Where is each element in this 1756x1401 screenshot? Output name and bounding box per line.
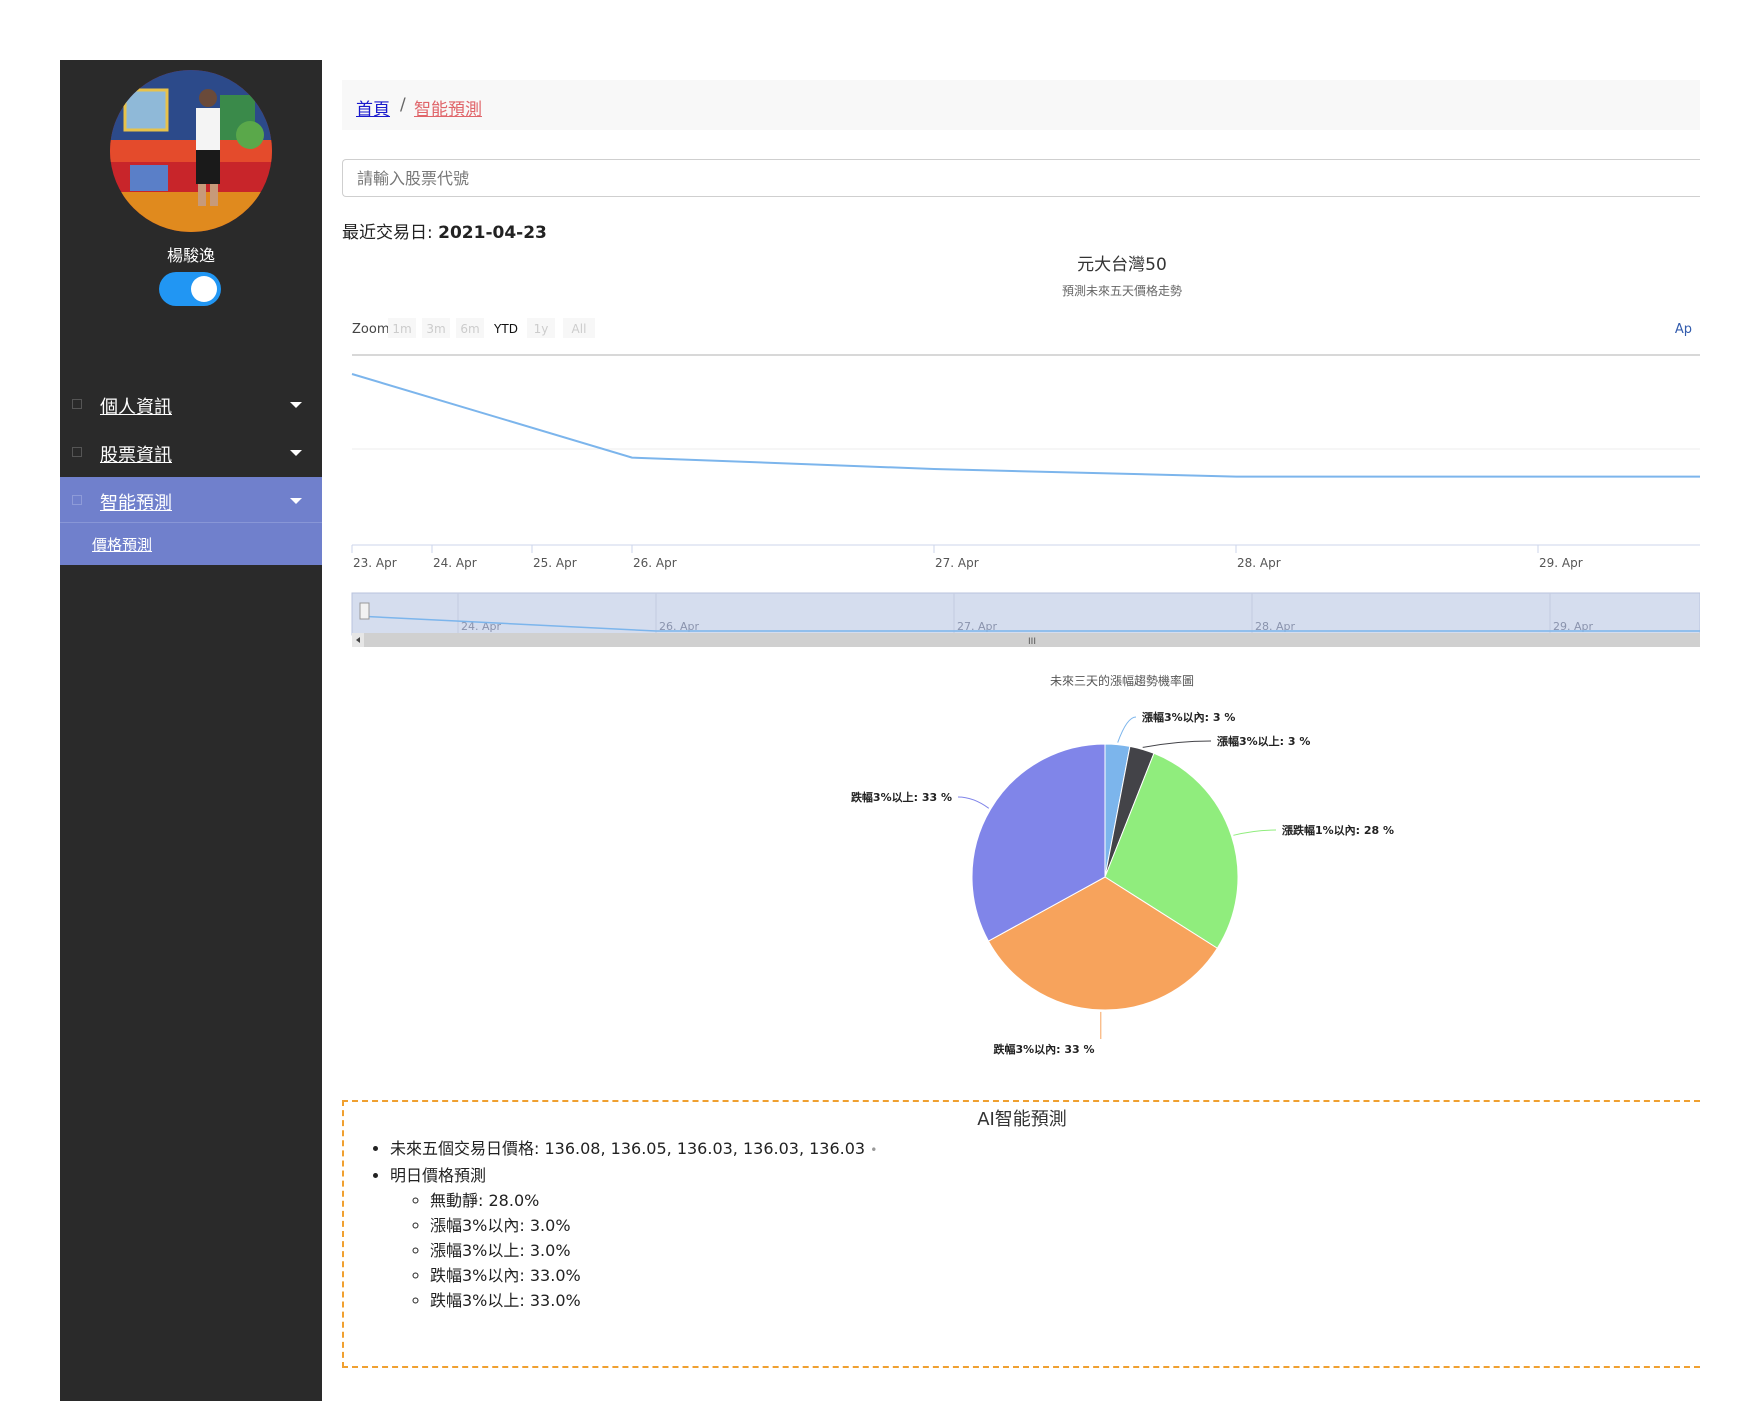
nav-item-label: 股票資訊 bbox=[100, 445, 172, 466]
avatar[interactable] bbox=[110, 70, 272, 232]
pie-chart-title: 未來三天的漲幅趨勢機率圖 bbox=[1050, 673, 1194, 688]
pie-data-label: 漲跌幅1%以內: 28 % bbox=[1282, 823, 1394, 837]
nav-bullet-icon bbox=[72, 495, 82, 505]
zoom-button-label: YTD bbox=[493, 322, 518, 336]
zoom-button-label: 3m bbox=[426, 322, 445, 336]
price-series-line bbox=[351, 373, 1700, 478]
nav-bullet-icon bbox=[72, 399, 82, 409]
prediction-value: 3.0% bbox=[529, 1216, 571, 1235]
zoom-button-label: 1y bbox=[534, 322, 549, 336]
zoom-button-3m[interactable]: 3m bbox=[422, 318, 450, 338]
navigator-left-handle[interactable] bbox=[359, 602, 370, 620]
nav-bullet-icon bbox=[72, 447, 82, 457]
x-tick-label: 23. Apr bbox=[353, 556, 397, 570]
zoom-button-6m[interactable]: 6m bbox=[456, 318, 484, 338]
last-trade-date: 最近交易日: 2021-04-23 bbox=[342, 218, 547, 243]
x-tick-label: 27. Apr bbox=[935, 556, 979, 570]
ai-prediction-list: 未來五個交易日價格: 136.08, 136.05, 136.03, 136.0… bbox=[368, 1136, 877, 1313]
probability-pie-chart: 未來三天的漲幅趨勢機率圖 漲幅3%以內: 3 % 漲幅3%以上: 3 % 漲跌幅1%… bbox=[851, 673, 1394, 1056]
x-tick-label: 29. Apr bbox=[1539, 556, 1583, 570]
prediction-item: 跌幅3%以上: 33.0% bbox=[430, 1288, 877, 1313]
zoom-label: Zoom bbox=[352, 322, 389, 337]
pie-slices bbox=[971, 743, 1239, 1011]
sidebar: 楊駿逸 個人資訊 股票資訊 智能預測 價格預測 bbox=[60, 60, 322, 1401]
prediction-item: 無動靜: 28.0% bbox=[430, 1188, 877, 1213]
five-day-prices-item: 未來五個交易日價格: 136.08, 136.05, 136.03, 136.0… bbox=[390, 1136, 877, 1163]
breadcrumb: 首頁 / 智能預測 bbox=[342, 80, 1700, 130]
prediction-item: 漲幅3%以上: 3.0% bbox=[430, 1238, 877, 1263]
pie-connector-line bbox=[1142, 740, 1212, 748]
x-tick-label: 28. Apr bbox=[1237, 556, 1281, 570]
breadcrumb-home-link[interactable]: 首頁 bbox=[356, 95, 390, 120]
prediction-label: 漲幅3%以上: bbox=[430, 1241, 525, 1260]
prediction-label: 無動靜: bbox=[430, 1191, 484, 1210]
breadcrumb-current-link[interactable]: 智能預測 bbox=[414, 95, 482, 120]
toggle-knob bbox=[191, 276, 217, 302]
pie-connector-line bbox=[1233, 829, 1277, 836]
pie-connector-line bbox=[957, 796, 990, 809]
scrollbar-grip-icon[interactable]: III bbox=[1028, 637, 1036, 647]
line-chart-subtitle: 預測未來五天價格走勢 bbox=[1062, 283, 1182, 298]
price-line-chart: 元大台灣50 預測未來五天價格走勢 Zoom 1m 3m 6m YTD 1y All Ap… bbox=[351, 255, 1700, 647]
prediction-label: 漲幅3%以內: bbox=[430, 1216, 525, 1235]
avatar-image bbox=[110, 70, 272, 232]
nav-item-label: 智能預測 bbox=[100, 493, 172, 514]
range-selector-label: Ap bbox=[1675, 322, 1692, 337]
zoom-button-group: 1m 3m 6m YTD 1y All bbox=[388, 318, 595, 338]
subnav-link-price-prediction[interactable]: 價格預測 bbox=[92, 534, 152, 555]
subnav-price-prediction: 價格預測 bbox=[60, 522, 322, 565]
navigator-scrollbar[interactable] bbox=[352, 633, 1700, 647]
nav-item-personal-info[interactable]: 個人資訊 bbox=[60, 381, 322, 429]
five-day-prices-values: 136.08, 136.05, 136.03, 136.03, 136.03 bbox=[544, 1139, 866, 1158]
zoom-button-1y[interactable]: 1y bbox=[527, 318, 555, 338]
tomorrow-prediction-item: 明日價格預測 無動靜: 28.0% 漲幅3%以內: 3.0% 漲幅3%以上: 3… bbox=[390, 1163, 877, 1313]
prediction-item: 跌幅3%以內: 33.0% bbox=[430, 1263, 877, 1288]
prediction-label: 跌幅3%以內: bbox=[430, 1266, 525, 1285]
line-chart-title: 元大台灣50 bbox=[1077, 255, 1167, 275]
zoom-button-ytd[interactable]: YTD bbox=[490, 318, 522, 338]
pie-data-label: 跌幅3%以上: 33 % bbox=[851, 790, 952, 804]
caret-down-icon bbox=[290, 498, 302, 504]
x-tick-label: 25. Apr bbox=[533, 556, 577, 570]
pie-data-label: 跌幅3%以內: 33 % bbox=[993, 1042, 1094, 1056]
caret-down-icon bbox=[290, 402, 302, 408]
prediction-item: 漲幅3%以內: 3.0% bbox=[430, 1213, 877, 1238]
prediction-value: 33.0% bbox=[529, 1266, 581, 1285]
zoom-button-label: 6m bbox=[460, 322, 479, 336]
pie-connector-line bbox=[1117, 716, 1137, 743]
trailing-dot-icon: • bbox=[870, 1143, 878, 1157]
caret-down-icon bbox=[290, 450, 302, 456]
breadcrumb-separator: / bbox=[400, 95, 406, 115]
zoom-button-1m[interactable]: 1m bbox=[388, 318, 416, 338]
navigator-window[interactable] bbox=[351, 592, 1700, 636]
nav-item-ai-prediction[interactable]: 智能預測 bbox=[60, 477, 322, 522]
prediction-value: 28.0% bbox=[488, 1191, 540, 1210]
five-day-prices-label: 未來五個交易日價格: bbox=[390, 1139, 540, 1158]
x-tick-label: 26. Apr bbox=[633, 556, 677, 570]
user-name: 楊駿逸 bbox=[166, 246, 215, 265]
x-axis-ticks: 23. Apr 24. Apr 25. Apr 26. Apr 27. Apr 28. A… bbox=[351, 545, 1583, 570]
mode-toggle[interactable] bbox=[159, 272, 221, 306]
zoom-button-label: All bbox=[572, 322, 587, 336]
tomorrow-prediction-sublist: 無動靜: 28.0% 漲幅3%以內: 3.0% 漲幅3%以上: 3.0% 跌幅3… bbox=[390, 1188, 877, 1313]
last-trade-label: 最近交易日: bbox=[342, 223, 433, 243]
tomorrow-prediction-label: 明日價格預測 bbox=[390, 1166, 487, 1185]
x-tick-label: 24. Apr bbox=[433, 556, 477, 570]
zoom-button-all[interactable]: All bbox=[563, 318, 595, 338]
ai-prediction-panel: AI智能預測 未來五個交易日價格: 136.08, 136.05, 136.03… bbox=[342, 1100, 1700, 1368]
prediction-value: 33.0% bbox=[529, 1291, 581, 1310]
stock-code-search-input[interactable] bbox=[342, 159, 1700, 197]
pie-data-label: 漲幅3%以內: 3 % bbox=[1142, 710, 1235, 724]
pie-data-label: 漲幅3%以上: 3 % bbox=[1217, 734, 1310, 748]
zoom-button-label: 1m bbox=[392, 322, 411, 336]
last-trade-value: 2021-04-23 bbox=[438, 223, 547, 243]
ai-prediction-title: AI智能預測 bbox=[977, 1109, 1067, 1130]
prediction-value: 3.0% bbox=[529, 1241, 571, 1260]
nav-item-label: 個人資訊 bbox=[100, 397, 172, 418]
prediction-label: 跌幅3%以上: bbox=[430, 1291, 525, 1310]
nav-item-stock-info[interactable]: 股票資訊 bbox=[60, 429, 322, 477]
